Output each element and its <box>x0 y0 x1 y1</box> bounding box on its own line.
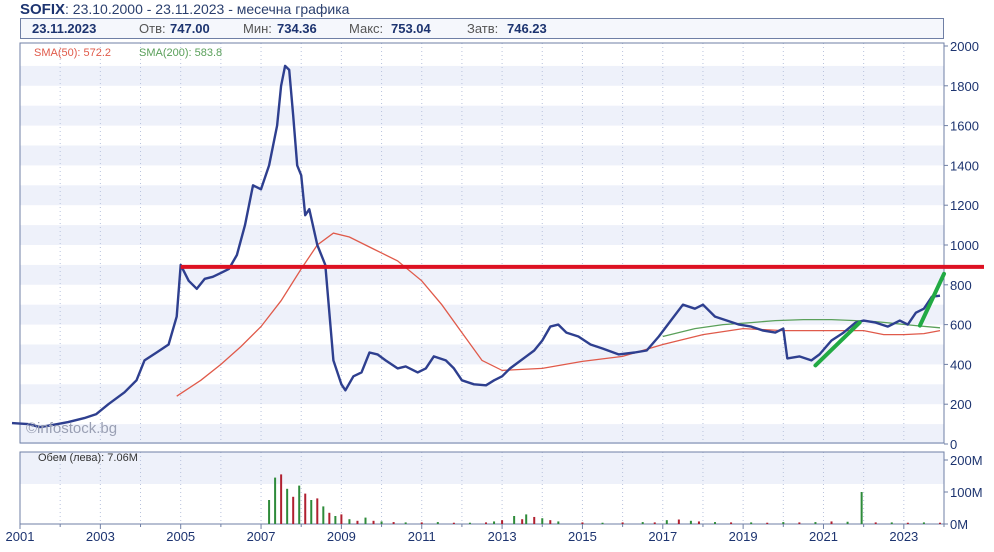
y-tick-label: 0 <box>950 437 957 452</box>
volume-bar <box>782 522 785 524</box>
x-tick-label: 2019 <box>729 529 758 544</box>
y-tick-label: 400 <box>950 357 972 372</box>
volume-bar <box>714 522 717 524</box>
volume-bar <box>814 522 817 524</box>
x-tick-label: 2007 <box>247 529 276 544</box>
volume-bar <box>557 521 560 524</box>
volume-bar <box>641 522 644 524</box>
volume-bar <box>677 519 680 524</box>
volume-tick-label: 200M <box>950 453 983 468</box>
grid-band <box>20 225 944 245</box>
volume-bar <box>468 522 471 524</box>
volume-bar <box>292 496 295 524</box>
volume-bar <box>348 519 351 524</box>
volume-bar <box>328 512 331 524</box>
volume-bar <box>485 522 488 524</box>
volume-bar <box>310 500 313 524</box>
sma200-legend: SMA(200): 583.8 <box>139 47 222 59</box>
volume-bar <box>750 522 753 524</box>
x-tick-label: 2023 <box>889 529 918 544</box>
x-tick-label: 2021 <box>809 529 838 544</box>
grid-band <box>20 105 944 126</box>
volume-bar <box>372 520 375 524</box>
volume-bar <box>860 492 863 524</box>
volume-bar <box>298 485 301 524</box>
x-tick-label: 2005 <box>166 529 195 544</box>
volume-bar <box>621 522 624 524</box>
volume-bar <box>890 522 893 524</box>
x-tick-label: 2009 <box>327 529 356 544</box>
volume-bar <box>501 520 504 524</box>
volume-bar <box>420 522 423 524</box>
price-chart: 0 200 400 600 800 1000 1200 1400 1600 1800 2000 0M… <box>6 39 984 544</box>
volume-bar <box>533 516 536 524</box>
y-tick-label: 1800 <box>950 79 979 94</box>
volume-bar <box>493 521 496 524</box>
grid-band <box>20 424 944 444</box>
volume-bar <box>730 522 733 524</box>
volume-bar <box>665 520 668 524</box>
volume-legend: Обем (лева): 7.06M <box>38 452 138 464</box>
y-tick-label: 1200 <box>950 198 979 213</box>
volume-bar <box>922 522 925 524</box>
volume-bar <box>541 518 544 524</box>
grid-band <box>20 304 944 325</box>
volume-bar <box>356 520 359 524</box>
grid-band <box>20 65 944 86</box>
x-tick-label: 2013 <box>488 529 517 544</box>
grid-band <box>20 384 944 405</box>
volume-bar <box>653 522 656 524</box>
volume-bar <box>364 517 367 524</box>
grid-band <box>20 344 944 365</box>
volume-bar <box>436 522 439 524</box>
volume-bar <box>521 519 524 524</box>
volume-bar <box>874 522 877 524</box>
volume-bar <box>392 522 395 524</box>
volume-bar <box>334 516 337 524</box>
y-tick-label: 1000 <box>950 238 979 253</box>
volume-bar <box>322 506 325 524</box>
volume-bar <box>274 477 277 524</box>
x-tick-label: 2001 <box>6 529 35 544</box>
volume-bar <box>549 520 552 524</box>
volume-bar <box>340 514 343 524</box>
x-tick-label: 2017 <box>648 529 677 544</box>
volume-bar <box>601 522 604 524</box>
volume-bar <box>689 520 692 524</box>
volume-bar <box>766 522 769 524</box>
volume-bar <box>830 521 833 524</box>
sma50-legend: SMA(50): 572.2 <box>34 47 111 59</box>
y-tick-label: 2000 <box>950 39 979 54</box>
y-tick-label: 1400 <box>950 158 979 173</box>
volume-bar <box>906 522 909 524</box>
volume-bar <box>452 522 455 524</box>
x-tick-label: 2003 <box>86 529 115 544</box>
volume-bar <box>304 493 307 524</box>
volume-bar <box>316 498 319 524</box>
volume-bar <box>513 516 516 524</box>
volume-bar <box>268 500 271 524</box>
volume-tick-label: 100M <box>950 485 983 500</box>
y-tick-label: 800 <box>950 278 972 293</box>
y-tick-label: 200 <box>950 397 972 412</box>
x-tick-label: 2015 <box>568 529 597 544</box>
volume-tick-label: 0M <box>950 517 968 532</box>
y-tick-label: 1600 <box>950 119 979 134</box>
y-tick-label: 600 <box>950 318 972 333</box>
volume-bar <box>846 521 849 524</box>
volume-bar <box>938 522 941 524</box>
volume-bar <box>280 474 283 524</box>
volume-band <box>20 452 944 484</box>
volume-bar <box>404 522 407 524</box>
volume-bar <box>697 521 700 524</box>
volume-bar <box>380 521 383 524</box>
watermark: ©infostock.bg <box>26 420 117 437</box>
x-tick-label: 2011 <box>408 529 436 544</box>
grid-band <box>20 185 944 206</box>
volume-bar <box>286 488 289 524</box>
volume-bar <box>798 522 801 524</box>
grid-band <box>20 145 944 166</box>
volume-bar <box>581 522 584 524</box>
volume-bar <box>525 514 528 524</box>
